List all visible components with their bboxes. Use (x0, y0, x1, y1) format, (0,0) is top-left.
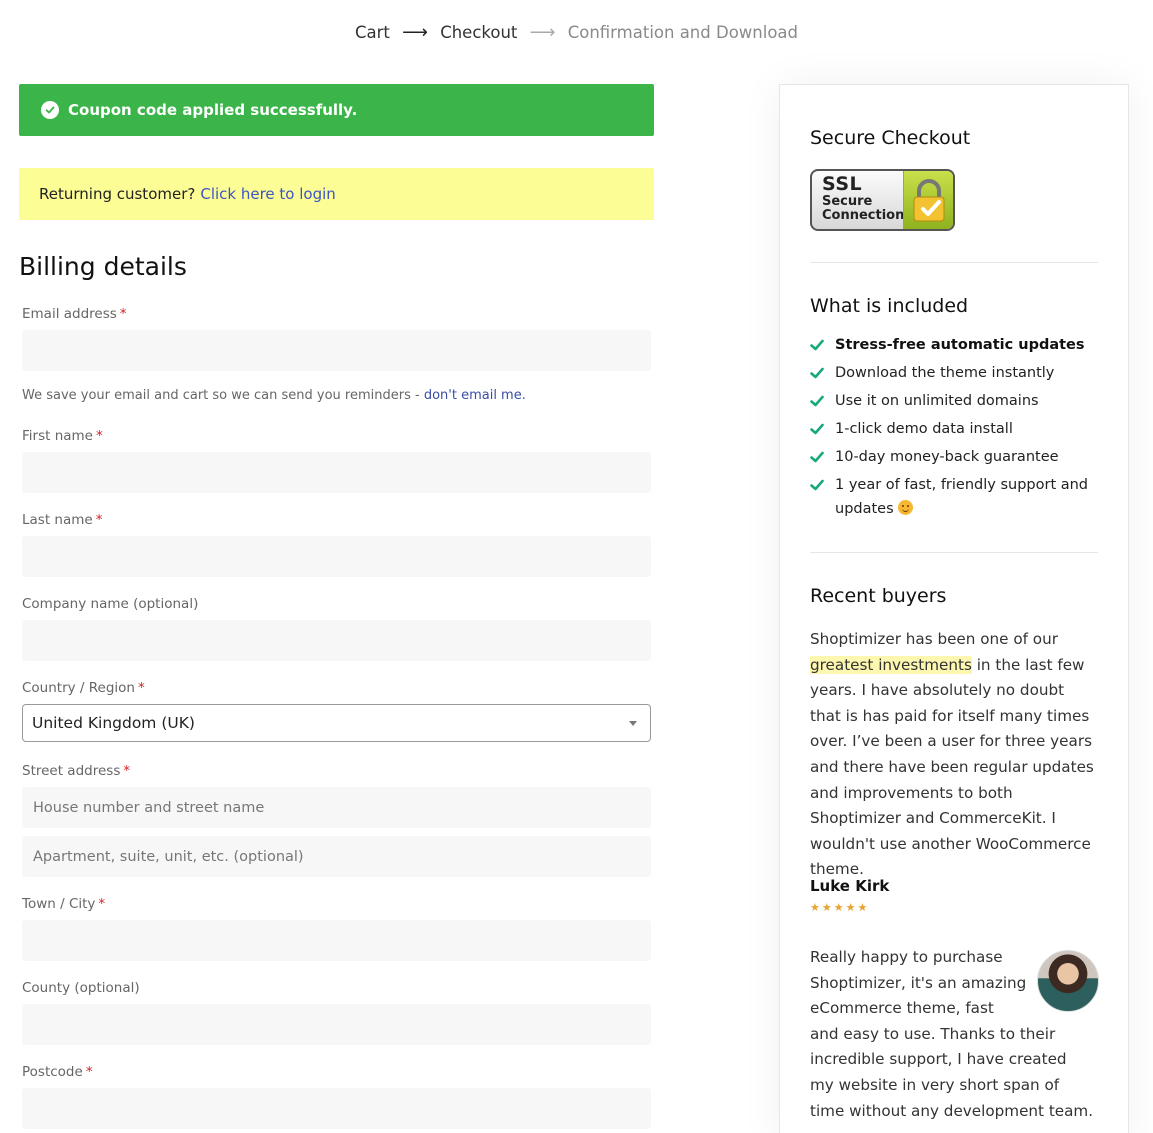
included-item: Use it on unlimited domains (810, 389, 1100, 413)
reviewer-name: Luke Kirk (810, 877, 890, 895)
breadcrumb-arrow-icon: ⟶ (529, 22, 556, 43)
first-name-label: First name * (22, 428, 103, 444)
dont-email-me-link[interactable]: don't email me. (424, 388, 526, 403)
required-mark: * (85, 1064, 93, 1080)
returning-customer-text: Returning customer? (39, 185, 196, 203)
breadcrumb-confirmation: Confirmation and Download (567, 23, 799, 42)
checkmark-icon (810, 479, 824, 491)
ssl-badge-line3: Connection (822, 208, 905, 223)
checkmark-icon (810, 367, 824, 379)
checkmark-icon (810, 423, 824, 435)
required-mark: * (95, 512, 103, 528)
country-select[interactable]: United Kingdom (UK) (22, 704, 651, 742)
ssl-badge-line2: Secure (822, 194, 873, 209)
street-label: Street address * (22, 763, 131, 779)
city-field[interactable] (22, 920, 651, 961)
padlock-icon (903, 171, 953, 229)
checkmark-icon (810, 395, 824, 407)
city-label: Town / City * (22, 896, 106, 912)
included-item: Download the theme instantly (810, 361, 1100, 385)
email-hint: We save your email and cart so we can se… (22, 388, 526, 403)
apartment-field[interactable] (22, 836, 651, 877)
breadcrumb-arrow-icon: ⟶ (402, 22, 428, 43)
required-mark: * (119, 306, 127, 322)
returning-customer-notice: Returning customer? Click here to login (19, 168, 654, 220)
billing-details-heading: Billing details (19, 252, 187, 281)
check-circle-icon (41, 101, 59, 119)
required-mark: * (123, 763, 131, 779)
company-label: Company name (optional) (22, 596, 199, 612)
email-field[interactable] (22, 330, 651, 371)
included-item: 1 year of fast, friendly support and upd… (810, 473, 1100, 521)
postcode-label: Postcode * (22, 1064, 93, 1080)
included-item: 10-day money-back guarantee (810, 445, 1100, 469)
secure-checkout-heading: Secure Checkout (810, 127, 971, 149)
breadcrumb-cart[interactable]: Cart (355, 23, 390, 42)
ssl-badge-line1: SSL (822, 173, 863, 195)
email-label: Email address * (22, 306, 127, 322)
postcode-field[interactable] (22, 1088, 651, 1129)
included-item: Stress-free automatic updates (810, 333, 1100, 357)
county-field[interactable] (22, 1004, 651, 1045)
checkout-breadcrumb: Cart ⟶ Checkout ⟶ Confirmation and Downl… (0, 22, 1153, 43)
review-highlight: greatest investments (810, 655, 972, 674)
sidebar-divider (810, 552, 1098, 553)
country-select-value: United Kingdom (UK) (32, 714, 195, 732)
breadcrumb-checkout: Checkout (440, 23, 518, 42)
review-text: Shoptimizer has been one of our greatest… (810, 630, 1094, 879)
first-name-field[interactable] (22, 452, 651, 493)
star-rating: ★★★★★ (810, 901, 870, 914)
country-label: Country / Region * (22, 680, 145, 696)
coupon-success-notice: Coupon code applied successfully. (19, 84, 654, 136)
login-link[interactable]: Click here to login (200, 185, 335, 203)
street-address-field[interactable] (22, 787, 651, 828)
checkout-sidebar: Secure Checkout SSL Secure Connection Wh… (779, 84, 1129, 1133)
required-mark: * (98, 896, 106, 912)
checkmark-icon (810, 451, 824, 463)
coupon-success-text: Coupon code applied successfully. (68, 101, 358, 119)
last-name-field[interactable] (22, 536, 651, 577)
included-features-list: Stress-free automatic updates Download t… (810, 333, 1100, 525)
county-label: County (optional) (22, 980, 140, 996)
smile-emoji-icon (897, 500, 913, 515)
checkmark-icon (810, 339, 824, 351)
review-text: Really happy to purchase Shoptimizer, it… (810, 945, 1095, 1124)
required-mark: * (137, 680, 145, 696)
avatar-spacer (1027, 945, 1095, 1011)
last-name-label: Last name * (22, 512, 103, 528)
company-field[interactable] (22, 620, 651, 661)
ssl-secure-badge: SSL Secure Connection (810, 169, 955, 231)
sidebar-divider (810, 262, 1098, 263)
recent-buyers-heading: Recent buyers (810, 585, 947, 607)
required-mark: * (96, 428, 103, 444)
included-item: 1-click demo data install (810, 417, 1100, 441)
chevron-down-icon (629, 721, 637, 726)
what-is-included-heading: What is included (810, 295, 969, 317)
